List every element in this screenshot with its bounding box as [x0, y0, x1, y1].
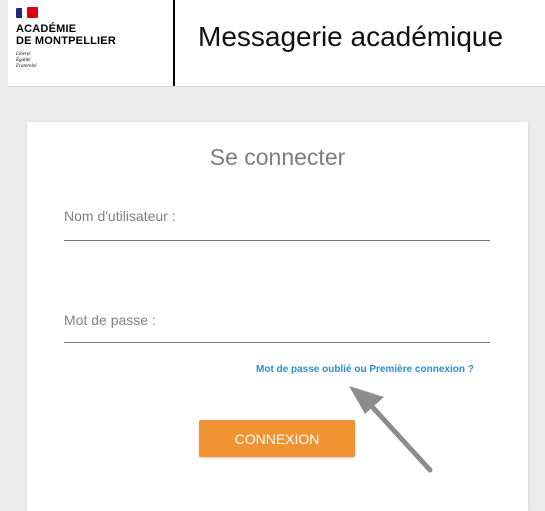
motto-fraternite: Fraternité	[16, 64, 37, 69]
header-divider	[173, 0, 175, 86]
login-card: Se connecter Nom d'utilisateur : Mot de …	[27, 122, 528, 511]
motto-egalite: Égalité	[16, 58, 31, 63]
site-header: ACADÉMIE DE MONTPELLIER Liberté Égalité …	[8, 0, 545, 87]
password-field[interactable]	[64, 318, 490, 343]
app-title: Messagerie académique	[198, 21, 504, 52]
motto-liberte: Liberté	[16, 52, 31, 57]
login-title: Se connecter	[209, 144, 346, 170]
french-flag-icon	[16, 5, 38, 19]
logo-montpellier-text: DE MONTPELLIER	[16, 35, 116, 47]
academie-logo[interactable]: ACADÉMIE DE MONTPELLIER Liberté Égalité …	[8, 0, 174, 86]
username-field[interactable]	[64, 216, 490, 241]
login-button[interactable]: CONNEXION	[199, 420, 355, 457]
logo-academie-text: ACADÉMIE	[16, 23, 77, 35]
forgot-password-link[interactable]: Mot de passe oublié ou Première connexio…	[256, 364, 474, 375]
